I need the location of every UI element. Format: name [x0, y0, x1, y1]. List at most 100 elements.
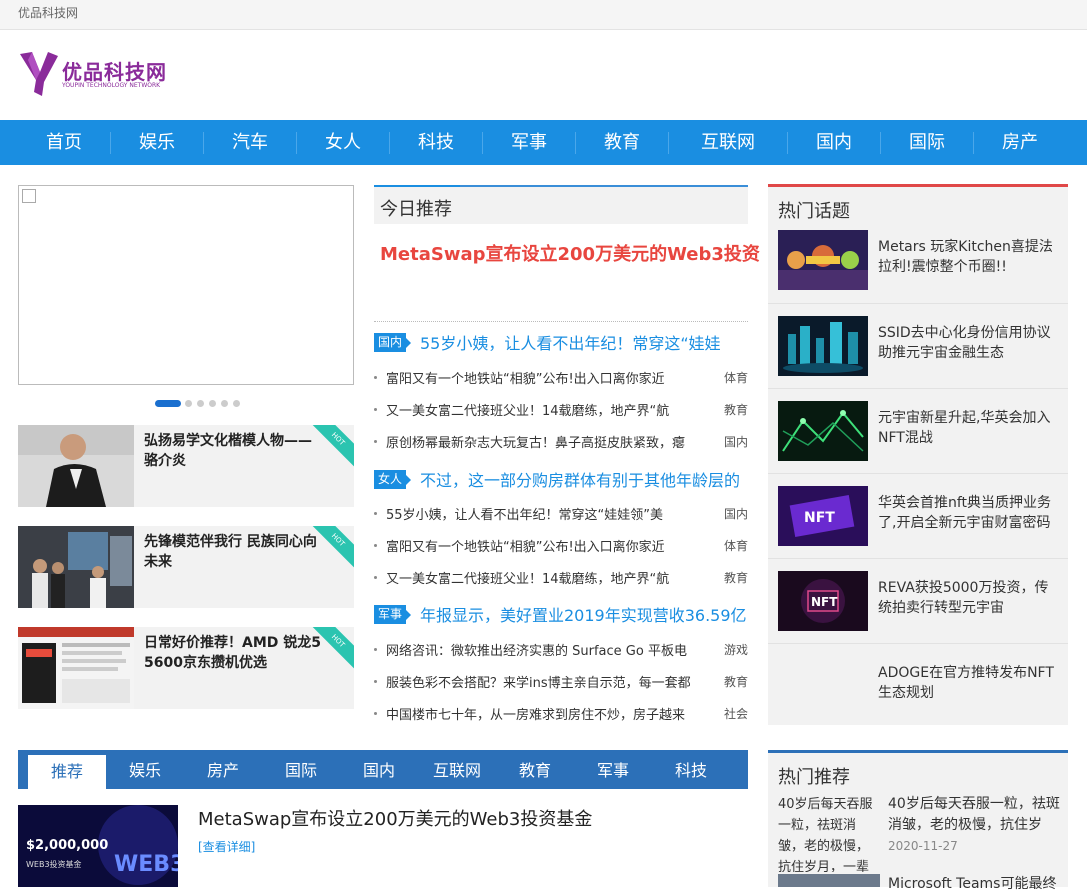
hot-topics-title: 热门话题 [778, 201, 850, 222]
logo-y-icon [20, 52, 58, 96]
slider-dot-5[interactable] [221, 400, 228, 407]
tab-realestate[interactable]: 房产 [184, 750, 262, 789]
news-category[interactable]: 国内 [724, 505, 748, 522]
recommend-image-alt[interactable]: 40岁后每天吞服一粒，祛斑消皱，老的极慢，抗住岁月，一辈 [778, 794, 880, 872]
hot-card[interactable]: 先锋模范伴我行 民族同心向未来 HOT [18, 526, 354, 608]
topic-title[interactable]: SSID去中心化身份信用协议助推元宇宙金融生态 [878, 323, 1058, 363]
slider-dot-6[interactable] [233, 400, 240, 407]
news-category[interactable]: 国内 [724, 433, 748, 450]
section-header: 女人 不过，这一部分购房群体有别于其他年龄层的 [374, 467, 748, 491]
section-title-link[interactable]: 不过，这一部分购房群体有别于其他年龄层的 [420, 467, 746, 491]
tab-military[interactable]: 军事 [574, 750, 652, 789]
hot-card-thumbnail [18, 425, 134, 507]
nav-international[interactable]: 国际 [881, 120, 973, 165]
news-title[interactable]: 又一美女富二代接班父业！14载磨练，地产界“航 [386, 400, 700, 419]
nav-women[interactable]: 女人 [297, 120, 389, 165]
hot-card-title: 先锋模范伴我行 民族同心向未来 [144, 534, 317, 570]
hot-card-title: 弘扬易学文化楷模人物——骆介炎 [144, 433, 312, 469]
tab-domestic[interactable]: 国内 [340, 750, 418, 789]
tab-tech[interactable]: 科技 [652, 750, 730, 789]
slider-dot-2[interactable] [185, 400, 192, 407]
section-title-link[interactable]: 55岁小姨，让人看不出年纪！常穿这“娃娃 [420, 330, 746, 354]
tab-recommend[interactable]: 推荐 [28, 755, 106, 789]
news-title[interactable]: 55岁小姨，让人看不出年纪！常穿这“娃娃领”美 [386, 504, 700, 523]
today-recommend-title: 今日推荐 [380, 199, 452, 220]
site-logo[interactable]: 优品科技网 YOUPIN TECHNOLOGY NETWORK [18, 50, 178, 100]
news-title[interactable]: 又一美女富二代接班父业！14载磨练，地产界“航 [386, 568, 700, 587]
topic-title[interactable]: 元宇宙新星升起,华英会加入NFT混战 [878, 408, 1058, 448]
recommend-title-link[interactable]: 40岁后每天吞服一粒，祛斑消皱，老的极慢，抗住岁 [888, 794, 1064, 836]
news-category[interactable]: 游戏 [724, 641, 748, 658]
read-more-link[interactable]: [查看详细] [198, 838, 255, 855]
nav-domestic[interactable]: 国内 [788, 120, 880, 165]
hot-card-thumbnail [18, 526, 134, 608]
news-category[interactable]: 教育 [724, 569, 748, 586]
tab-international[interactable]: 国际 [262, 750, 340, 789]
recommend-title-link[interactable]: Microsoft Teams可能最终 [888, 873, 1056, 893]
broken-image-icon [22, 189, 36, 203]
news-category[interactable]: 体育 [724, 537, 748, 554]
list-item[interactable]: 又一美女富二代接班父业！14载磨练，地产界“航 教育 [374, 568, 748, 588]
image-slider[interactable] [18, 185, 354, 385]
svg-text:WEB3投资基金: WEB3投资基金 [26, 859, 82, 869]
topic-item[interactable]: ADOGE在官方推特发布NFT生态规划 [778, 656, 1068, 741]
slider-dot-3[interactable] [197, 400, 204, 407]
section-title-link[interactable]: 年报显示，美好置业2019年实现营收36.59亿 [420, 602, 746, 626]
topic-title[interactable]: 华英会首推nft典当质押业务了,开启全新元宇宙财富密码 [878, 493, 1058, 533]
article-thumbnail[interactable]: $2,000,000 WEB3投资基金 WEB3 [18, 805, 178, 887]
headline-link[interactable]: MetaSwap宣布设立200万美元的Web3投资 [380, 240, 760, 266]
list-item[interactable]: 又一美女富二代接班父业！14载磨练，地产界“航 教育 [374, 400, 748, 420]
slider-dot-4[interactable] [209, 400, 216, 407]
hot-recommend-title: 热门推荐 [778, 767, 850, 788]
list-item[interactable]: 富阳又有一个地铁站“相貌”公布!出入口离你家近 体育 [374, 368, 748, 388]
list-item[interactable]: 原创杨幂最新杂志大玩复古！鼻子高挺皮肤紧致，瘪 国内 [374, 432, 748, 452]
news-title[interactable]: 富阳又有一个地铁站“相貌”公布!出入口离你家近 [386, 536, 700, 555]
news-category[interactable]: 体育 [724, 369, 748, 386]
topic-title[interactable]: REVA获投5000万投资，传统拍卖行转型元宇宙 [878, 578, 1058, 618]
article-title-link[interactable]: MetaSwap宣布设立200万美元的Web3投资基金 [198, 805, 592, 831]
news-category[interactable]: 教育 [724, 401, 748, 418]
nav-military[interactable]: 军事 [483, 120, 575, 165]
section-tag[interactable]: 国内 [374, 333, 412, 352]
tab-education[interactable]: 教育 [496, 750, 574, 789]
nav-entertainment[interactable]: 娱乐 [111, 120, 203, 165]
list-item[interactable]: 网络咨讯：微软推出经济实惠的 Surface Go 平板电 游戏 [374, 640, 748, 660]
section-tag[interactable]: 军事 [374, 605, 412, 624]
hot-card[interactable]: 日常好价推荐！AMD 锐龙5 5600京东攒机优选 HOT [18, 627, 354, 709]
news-title[interactable]: 富阳又有一个地铁站“相貌”公布!出入口离你家近 [386, 368, 700, 387]
nav-home[interactable]: 首页 [18, 120, 110, 165]
news-title[interactable]: 网络咨讯：微软推出经济实惠的 Surface Go 平板电 [386, 640, 700, 659]
section-header: 军事 年报显示，美好置业2019年实现营收36.59亿 [374, 602, 748, 626]
category-tabs: 推荐 娱乐 房产 国际 国内 互联网 教育 军事 科技 [18, 750, 748, 789]
nav-education[interactable]: 教育 [576, 120, 668, 165]
nav-auto[interactable]: 汽车 [204, 120, 296, 165]
top-bar: 优品科技网 [0, 0, 1087, 30]
tab-internet[interactable]: 互联网 [418, 750, 496, 789]
topic-title[interactable]: ADOGE在官方推特发布NFT生态规划 [878, 663, 1058, 703]
tab-entertainment[interactable]: 娱乐 [106, 750, 184, 789]
section-tag[interactable]: 女人 [374, 470, 412, 489]
recommend-thumbnail[interactable] [778, 874, 880, 887]
today-recommend-header: 今日推荐 [374, 185, 748, 224]
news-title[interactable]: 服装色彩不会搭配？来学ins博主亲自示范，每一套都 [386, 672, 700, 691]
recommend-date: 2020-11-27 [888, 839, 958, 853]
hot-topics-panel: 热门话题 Metars 玩家Kitchen喜提法拉利!震惊整个币圈!! SSID… [768, 184, 1068, 725]
nav-tech[interactable]: 科技 [390, 120, 482, 165]
list-item[interactable]: 富阳又有一个地铁站“相貌”公布!出入口离你家近 体育 [374, 536, 748, 556]
news-category[interactable]: 教育 [724, 673, 748, 690]
slider-dot-1[interactable] [155, 400, 181, 407]
news-category[interactable]: 社会 [724, 705, 748, 722]
list-item[interactable]: 服装色彩不会搭配？来学ins博主亲自示范，每一套都 教育 [374, 672, 748, 692]
topic-thumbnail: NFT [778, 486, 868, 546]
svg-text:$2,000,000: $2,000,000 [26, 838, 108, 853]
news-title[interactable]: 中国楼市七十年，从一房难求到房住不炒，房子越来 [386, 704, 700, 723]
topic-title[interactable]: Metars 玩家Kitchen喜提法拉利!震惊整个币圈!! [878, 237, 1058, 277]
news-title[interactable]: 原创杨幂最新杂志大玩复古！鼻子高挺皮肤紧致，瘪 [386, 432, 700, 451]
nav-realestate[interactable]: 房产 [974, 120, 1066, 165]
list-item[interactable]: 55岁小姨，让人看不出年纪！常穿这“娃娃领”美 国内 [374, 504, 748, 524]
site-name-top: 优品科技网 [18, 6, 79, 20]
hot-card[interactable]: 弘扬易学文化楷模人物——骆介炎 HOT [18, 425, 354, 507]
list-item[interactable]: 中国楼市七十年，从一房难求到房住不炒，房子越来 社会 [374, 704, 748, 724]
nav-internet[interactable]: 互联网 [669, 120, 787, 165]
logo-subtitle: YOUPIN TECHNOLOGY NETWORK [62, 82, 161, 89]
